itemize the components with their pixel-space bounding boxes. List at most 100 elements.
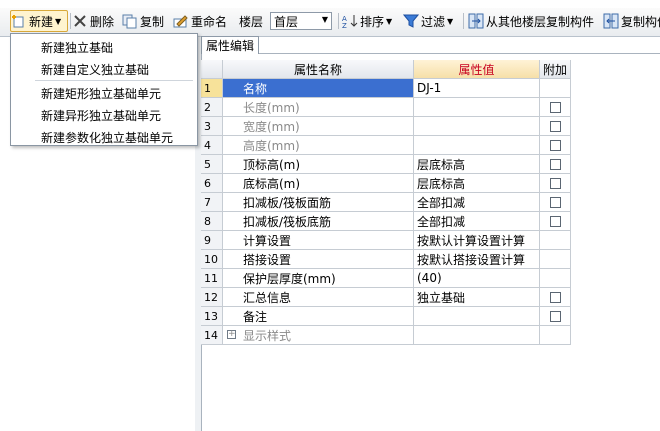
property-name-text: 扣减板/筏板底筋	[243, 214, 332, 229]
property-value-cell[interactable]: 按默认搭接设置计算	[414, 250, 540, 269]
new-component-icon	[11, 13, 27, 29]
delete-button[interactable]: 删除	[72, 10, 114, 32]
delete-x-icon	[72, 13, 88, 29]
row-number: 10	[201, 250, 223, 269]
property-value-cell[interactable]: 层底标高	[414, 174, 540, 193]
chevron-down-icon: ▼	[386, 16, 393, 26]
property-name-cell: 保护层厚度(mm)	[223, 269, 414, 288]
row-number: 9	[201, 231, 223, 250]
property-value-cell[interactable]	[414, 136, 540, 155]
row-number: 1	[201, 79, 223, 98]
header-property-value: 属性值	[414, 60, 540, 79]
attach-cell	[540, 79, 571, 98]
property-value-cell[interactable]: 全部扣减	[414, 193, 540, 212]
property-name-text: 名称	[243, 81, 268, 96]
row-number: 8	[201, 212, 223, 231]
menu-item-new-irregular-unit[interactable]: 新建异形独立基础单元	[41, 107, 161, 124]
property-name-text: 搭接设置	[243, 252, 292, 267]
attach-cell	[540, 117, 571, 136]
property-value-cell[interactable]	[414, 326, 540, 345]
attach-cell	[540, 136, 571, 155]
svg-text:Z: Z	[342, 22, 347, 29]
copy-from-floor-icon	[468, 13, 484, 29]
menu-item-new-rect-unit[interactable]: 新建矩形独立基础单元	[41, 85, 161, 102]
attach-cell	[540, 231, 571, 250]
property-name-cell: 扣减板/筏板底筋	[223, 212, 414, 231]
floor-label: 楼层	[239, 14, 264, 29]
row-number: 13	[201, 307, 223, 326]
copy-button[interactable]: 复制	[122, 10, 164, 32]
property-name-cell: 底标高(m)	[223, 174, 414, 193]
property-value-cell[interactable]: (40)	[414, 269, 540, 288]
sort-button[interactable]: AZ 排序 ▼	[342, 10, 392, 32]
row-number: 4	[201, 136, 223, 155]
rename-icon	[173, 13, 189, 29]
attach-cell	[540, 193, 571, 212]
filter-icon	[403, 13, 419, 29]
property-name-cell: 长度(mm)	[223, 98, 414, 117]
new-button[interactable]: 新建 ▼	[10, 10, 68, 32]
attach-cell	[540, 250, 571, 269]
attach-checkbox[interactable]	[549, 291, 561, 303]
copy-to-other-floor-button[interactable]: 复制构件	[603, 10, 660, 32]
attach-checkbox[interactable]	[549, 101, 561, 113]
property-value-cell[interactable]: 按默认计算设置计算	[414, 231, 540, 250]
row-number: 7	[201, 193, 223, 212]
property-name-text: 顶标高(m)	[243, 157, 301, 172]
tab-property-edit[interactable]: 属性编辑	[201, 36, 259, 54]
copy-to-floor-icon	[603, 13, 619, 29]
menu-item-new-isolated-foundation[interactable]: 新建独立基础	[41, 39, 113, 56]
chevron-down-icon: ▼	[321, 15, 328, 24]
rename-button[interactable]: 重命名	[173, 10, 227, 32]
property-value-cell[interactable]: 层底标高	[414, 155, 540, 174]
property-name-text: 保护层厚度(mm)	[243, 271, 336, 286]
expand-plus-icon[interactable]: +	[227, 330, 236, 339]
menu-item-new-custom-isolated-foundation[interactable]: 新建自定义独立基础	[41, 61, 149, 78]
row-number: 3	[201, 117, 223, 136]
attach-checkbox[interactable]	[549, 158, 561, 170]
property-value-cell[interactable]	[414, 98, 540, 117]
property-value-cell[interactable]: 独立基础	[414, 288, 540, 307]
attach-cell	[540, 155, 571, 174]
property-name-cell: 扣减板/筏板面筋	[223, 193, 414, 212]
property-name-text: 宽度(mm)	[243, 119, 300, 134]
attach-checkbox[interactable]	[549, 177, 561, 189]
copy-from-floor-button[interactable]: 从其他楼层复制构件	[468, 10, 594, 32]
attach-cell	[540, 269, 571, 288]
floor-select[interactable]: 首层 ▼	[270, 12, 332, 30]
menu-divider	[35, 80, 193, 81]
property-value-cell[interactable]	[414, 307, 540, 326]
attach-cell	[540, 98, 571, 117]
attach-checkbox[interactable]	[549, 196, 561, 208]
property-value-cell[interactable]: 全部扣减	[414, 212, 540, 231]
property-name-text: 计算设置	[243, 233, 292, 248]
copy-icon	[122, 13, 138, 29]
menu-item-new-parametric-unit[interactable]: 新建参数化独立基础单元	[41, 129, 173, 146]
property-value-cell[interactable]	[414, 117, 540, 136]
row-number: 12	[201, 288, 223, 307]
attach-checkbox[interactable]	[549, 120, 561, 132]
property-name-cell: 名称	[223, 79, 414, 98]
property-value-cell[interactable]: DJ-1	[414, 79, 540, 98]
attach-cell	[540, 307, 571, 326]
row-number: 14	[201, 326, 223, 345]
row-number: 11	[201, 269, 223, 288]
header-corner	[201, 60, 223, 79]
attach-cell	[540, 174, 571, 193]
property-name-cell: 宽度(mm)	[223, 117, 414, 136]
attach-checkbox[interactable]	[549, 310, 561, 322]
attach-cell	[540, 212, 571, 231]
row-number: 5	[201, 155, 223, 174]
row-number: 6	[201, 174, 223, 193]
filter-button[interactable]: 过滤 ▼	[403, 10, 453, 32]
attach-checkbox[interactable]	[549, 139, 561, 151]
new-dropdown-menu: 新建独立基础 新建自定义独立基础 新建矩形独立基础单元 新建异形独立基础单元 新…	[10, 33, 198, 146]
property-name-cell: 计算设置	[223, 231, 414, 250]
attach-cell	[540, 326, 571, 345]
tab-strip-divider	[259, 53, 660, 54]
chevron-down-icon: ▼	[55, 16, 62, 26]
property-name-text: 底标高(m)	[243, 176, 301, 191]
property-name-text: 长度(mm)	[243, 100, 300, 115]
attach-checkbox[interactable]	[549, 215, 561, 227]
attach-cell	[540, 288, 571, 307]
